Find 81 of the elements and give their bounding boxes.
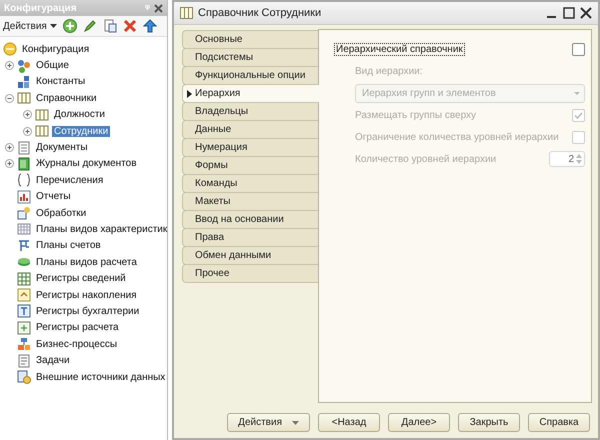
tree-item[interactable]: Планы видов характеристик bbox=[34, 224, 170, 235]
tab[interactable]: Функциональные опции bbox=[182, 66, 318, 85]
journal-icon bbox=[17, 156, 31, 171]
table-icon bbox=[180, 7, 193, 19]
expand-icon[interactable] bbox=[23, 110, 32, 120]
tree-item[interactable]: Регистры бухгалтерии bbox=[34, 306, 142, 317]
pointer-icon bbox=[187, 90, 192, 98]
up-arrow-icon[interactable] bbox=[142, 19, 157, 33]
tab[interactable]: Обмен данными bbox=[182, 246, 318, 265]
document-icon bbox=[17, 140, 31, 155]
expand-icon[interactable] bbox=[5, 143, 14, 152]
check-icon bbox=[573, 110, 584, 120]
checkbox[interactable] bbox=[572, 42, 585, 56]
field-caption: Вид иерархии: bbox=[355, 66, 423, 76]
panel-title: Конфигурация bbox=[4, 2, 78, 14]
window-title: Справочник Сотрудники bbox=[198, 7, 322, 19]
tab[interactable]: Команды bbox=[182, 174, 318, 193]
close-icon[interactable] bbox=[154, 4, 163, 12]
tree-item[interactable]: Планы видов расчета bbox=[34, 256, 139, 268]
tree-item[interactable]: Планы счетов bbox=[34, 240, 103, 252]
tab[interactable]: Иерархия bbox=[182, 84, 319, 103]
checkbox-label: Ограничение количества уровней иерархии bbox=[355, 132, 559, 142]
tree-item[interactable]: Справочники bbox=[34, 92, 99, 104]
braces-icon bbox=[17, 173, 31, 188]
tab[interactable]: Макеты bbox=[182, 192, 318, 211]
collapse-icon[interactable] bbox=[5, 94, 14, 103]
tab[interactable]: Данные bbox=[182, 120, 318, 139]
field-caption: Количество уровней иерархии bbox=[355, 154, 496, 164]
dots-icon bbox=[17, 58, 31, 73]
tree-item[interactable]: Документы bbox=[34, 142, 90, 154]
grid-icon bbox=[17, 272, 31, 286]
tree-item[interactable]: Бизнес-процессы bbox=[34, 338, 120, 350]
copy-icon[interactable] bbox=[102, 19, 117, 33]
tab[interactable]: Ввод на основании bbox=[182, 210, 318, 229]
add-icon[interactable] bbox=[62, 19, 77, 33]
tree-item[interactable]: Константы bbox=[34, 76, 88, 88]
tree-item[interactable]: Конфигурация bbox=[20, 44, 92, 55]
checkbox-label: Иерархический справочник bbox=[335, 44, 464, 54]
expand-icon[interactable] bbox=[5, 159, 14, 168]
tree-item[interactable]: Перечисления bbox=[34, 174, 106, 186]
grid-icon bbox=[17, 222, 31, 236]
delete-icon[interactable] bbox=[122, 19, 137, 33]
tab[interactable]: Нумерация bbox=[182, 138, 318, 157]
tab[interactable]: Формы bbox=[182, 156, 318, 175]
tree-item[interactable]: Регистры сведений bbox=[34, 273, 128, 284]
caret-icon bbox=[50, 24, 57, 28]
circle-icon bbox=[3, 42, 17, 56]
pencil-icon[interactable] bbox=[82, 19, 97, 33]
tab[interactable]: Подсистемы bbox=[182, 48, 318, 67]
tree-item[interactable]: Журналы документов bbox=[34, 158, 139, 170]
tree-item[interactable]: Задачи bbox=[34, 355, 72, 366]
tree-item[interactable]: Внешние источники данных bbox=[34, 372, 168, 382]
tree-item[interactable]: Сотрудники bbox=[52, 126, 110, 137]
tab[interactable]: Основные bbox=[182, 30, 318, 49]
expand-icon[interactable] bbox=[23, 126, 32, 136]
expand-icon[interactable] bbox=[5, 61, 14, 70]
dialog-button[interactable]: Закрыть bbox=[458, 413, 520, 432]
actions-menu[interactable]: Действия bbox=[3, 20, 57, 32]
tab[interactable]: Права bbox=[182, 228, 318, 247]
tree-item[interactable]: Обработки bbox=[34, 208, 88, 219]
tree-item[interactable]: Отчеты bbox=[34, 191, 73, 202]
dialog-button[interactable]: Справка bbox=[528, 413, 590, 432]
tree-item[interactable]: Регистры накопления bbox=[34, 290, 139, 301]
flow-icon bbox=[17, 337, 31, 352]
tree-item[interactable]: Общие bbox=[34, 60, 71, 72]
maximize-icon[interactable] bbox=[563, 7, 575, 19]
table-icon bbox=[35, 108, 49, 122]
dialog-button[interactable]: Далее> bbox=[388, 413, 450, 432]
dialog-button[interactable]: <Назад bbox=[318, 413, 380, 432]
table-icon bbox=[35, 124, 49, 138]
checkbox-label: Размещать группы сверху bbox=[355, 110, 476, 120]
tab[interactable]: Владельцы bbox=[182, 102, 318, 121]
blocks-icon bbox=[17, 74, 31, 89]
tab[interactable]: Прочее bbox=[182, 264, 318, 283]
close-icon[interactable] bbox=[580, 7, 592, 19]
actions-menu[interactable]: Действия bbox=[227, 413, 310, 432]
chart-icon bbox=[17, 190, 31, 204]
caret-icon bbox=[292, 420, 299, 424]
tree-item[interactable]: Регистры расчета bbox=[34, 322, 121, 334]
table-icon bbox=[17, 91, 31, 106]
tree-item[interactable]: Должности bbox=[52, 109, 108, 120]
